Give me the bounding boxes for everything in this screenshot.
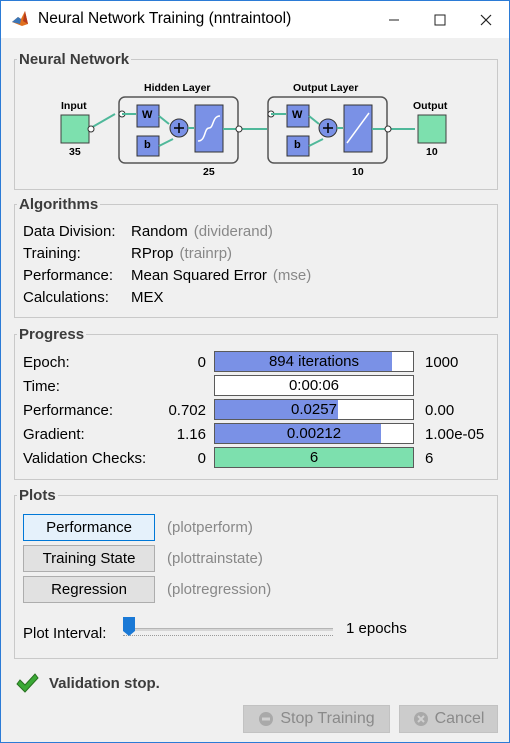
progress-bar-text: 0.00212 bbox=[286, 425, 342, 442]
algorithm-value: MEX bbox=[131, 289, 164, 306]
output-label: Output bbox=[413, 100, 448, 112]
input-size: 35 bbox=[69, 146, 81, 158]
progress-label-epoch: Epoch: bbox=[23, 354, 70, 371]
stop-training-button[interactable]: Stop Training bbox=[243, 705, 390, 733]
progress-bar-text: 0.0257 bbox=[291, 401, 337, 418]
progress-bar-text: 894 iterations bbox=[268, 353, 360, 370]
progress-end-performance: 0.00 bbox=[425, 402, 455, 419]
progress-bar-validation: 6 bbox=[214, 447, 414, 468]
output-layer-label: Output Layer bbox=[293, 82, 359, 94]
progress-label-gradient: Gradient: bbox=[23, 426, 85, 443]
progress-start-validation: 0 bbox=[197, 450, 206, 467]
algorithm-value: Mean Squared Error bbox=[131, 267, 267, 284]
input-node bbox=[60, 114, 90, 144]
algorithm-hint: (dividerand) bbox=[193, 223, 273, 240]
algorithm-label: Training: bbox=[23, 245, 81, 262]
hidden-layer-label: Hidden Layer bbox=[144, 82, 211, 94]
plot-performance-hint: (plotperform) bbox=[167, 519, 253, 536]
progress-bar-epoch: 894 iterations bbox=[214, 351, 414, 372]
network-diagram bbox=[60, 96, 447, 164]
stop-icon bbox=[259, 712, 274, 726]
plot-training-state-button[interactable]: Training State bbox=[23, 545, 155, 572]
plot-performance-button[interactable]: Performance bbox=[23, 514, 155, 541]
algorithm-label: Data Division: bbox=[23, 223, 116, 240]
progress-label-time: Time: bbox=[23, 378, 60, 395]
algorithms-title: Algorithms bbox=[17, 196, 101, 213]
input-label: Input bbox=[61, 100, 87, 112]
slider-ticks bbox=[123, 635, 333, 637]
stop-training-label: Stop Training bbox=[280, 710, 375, 727]
output-weight-label: W bbox=[292, 109, 303, 121]
algorithm-label: Calculations: bbox=[23, 289, 109, 306]
plot-regression-button[interactable]: Regression bbox=[23, 576, 155, 603]
cancel-label: Cancel bbox=[434, 710, 485, 727]
progress-start-performance: 0.702 bbox=[168, 402, 206, 419]
cancel-icon bbox=[413, 712, 428, 726]
hidden-layer-size: 25 bbox=[203, 166, 215, 178]
progress-bar-performance: 0.0257 bbox=[214, 399, 414, 420]
progress-end-validation: 6 bbox=[425, 450, 434, 467]
progress-end-epoch: 1000 bbox=[425, 354, 459, 371]
slider-thumb[interactable] bbox=[123, 617, 136, 637]
slider-track bbox=[123, 628, 333, 631]
plot-interval-value: 1 epochs bbox=[346, 620, 407, 637]
progress-bar-text: 0:00:06 bbox=[288, 377, 340, 394]
progress-end-gradient: 1.00e-05 bbox=[425, 426, 485, 443]
output-layer-size: 10 bbox=[352, 166, 364, 178]
hidden-weight-label: W bbox=[142, 109, 153, 121]
progress-bar-text: 6 bbox=[309, 449, 319, 466]
plot-interval-slider[interactable] bbox=[123, 617, 333, 641]
slider-thumb-icon bbox=[123, 617, 135, 636]
output-bias-label: b bbox=[294, 139, 301, 151]
progress-bar-time: 0:00:06 bbox=[214, 375, 414, 396]
progress-bar-gradient: 0.00212 bbox=[214, 423, 414, 444]
cancel-button[interactable]: Cancel bbox=[399, 705, 498, 733]
plot-interval-label: Plot Interval: bbox=[23, 625, 107, 642]
progress-start-epoch: 0 bbox=[197, 354, 206, 371]
algorithm-value: RProp bbox=[131, 245, 174, 262]
status-text: Validation stop. bbox=[49, 675, 160, 692]
plot-training-state-hint: (plottrainstate) bbox=[167, 550, 263, 567]
hidden-bias-label: b bbox=[144, 139, 151, 151]
progress-start-gradient: 1.16 bbox=[176, 426, 206, 443]
nntraintool-window: Neural Network Training (nntraintool) Ne… bbox=[0, 0, 510, 743]
progress-title: Progress bbox=[17, 326, 87, 343]
algorithm-label: Performance: bbox=[23, 267, 114, 284]
algorithm-hint: (mse) bbox=[272, 267, 312, 284]
plots-title: Plots bbox=[17, 487, 58, 504]
plot-regression-hint: (plotregression) bbox=[167, 581, 272, 598]
checkmark-icon bbox=[16, 673, 39, 693]
progress-label-performance: Performance: bbox=[23, 402, 114, 419]
algorithm-value: Random bbox=[131, 223, 188, 240]
output-size: 10 bbox=[426, 146, 438, 158]
algorithm-hint: (trainrp) bbox=[179, 245, 233, 262]
output-node bbox=[417, 114, 447, 144]
